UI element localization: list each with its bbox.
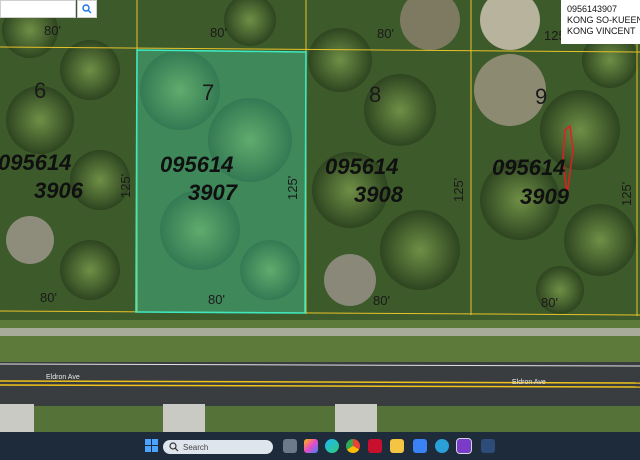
file-explorer-icon[interactable] — [390, 439, 404, 453]
frontage-7: 80' — [208, 292, 225, 307]
lot-number-7: 7 — [202, 80, 214, 105]
apn-line1-8: 095614 — [325, 154, 398, 179]
parcel-id: 0956143907 — [567, 4, 618, 14]
search-input[interactable] — [0, 0, 76, 18]
driveway-2 — [163, 404, 205, 432]
apn-line2-7: 3907 — [188, 180, 239, 205]
apn-line2-9: 3909 — [520, 184, 570, 209]
search-icon — [169, 442, 179, 452]
side-dim-6: 125' — [118, 174, 133, 198]
frontage-6: 80' — [40, 290, 57, 305]
search-icon — [82, 4, 92, 14]
taskbar-search-label: Search — [183, 442, 209, 452]
apn-line1-6: 095614 — [0, 150, 71, 175]
sidewalk — [0, 328, 640, 336]
apn-line2-8: 3908 — [354, 182, 404, 207]
app-icon[interactable] — [481, 439, 495, 453]
windows-start-icon[interactable] — [145, 439, 159, 453]
driveway-3 — [335, 404, 377, 432]
lower-grass — [0, 406, 640, 432]
top-frontage-right: 80' — [377, 26, 394, 41]
driveway-1 — [0, 404, 34, 432]
apn-line2-6: 3906 — [34, 178, 84, 203]
top-frontage-mid: 80' — [210, 25, 227, 40]
apn-line1-7: 095614 — [160, 152, 233, 177]
task-view-icon[interactable] — [283, 439, 297, 453]
frontage-8: 80' — [373, 293, 390, 308]
grass-strip — [0, 320, 640, 362]
lot-number-8: 8 — [369, 82, 381, 107]
owner-line-1: KONG SO-KUEEN — [567, 15, 640, 25]
lot-number-9: 9 — [535, 84, 547, 109]
top-frontage-left: 80' — [44, 23, 61, 38]
street-label-right: Eldron Ave — [512, 379, 546, 386]
owner-info-panel: 0956143907 KONG SO-KUEEN KONG VINCENT — [561, 0, 640, 44]
street-label-left: Eldron Ave — [46, 374, 80, 381]
search-button[interactable] — [77, 0, 97, 18]
side-dim-9: 125' — [619, 182, 634, 206]
mcafee-icon[interactable] — [368, 439, 382, 453]
chrome-icon[interactable] — [346, 439, 360, 453]
owner-line-2: KONG VINCENT — [567, 26, 636, 36]
edge-icon[interactable] — [325, 439, 339, 453]
taskbar: Search — [0, 432, 640, 460]
copilot-icon[interactable] — [304, 439, 318, 453]
photos-icon[interactable] — [435, 439, 449, 453]
side-dim-8: 125' — [451, 178, 466, 202]
frontage-9: 80' — [541, 295, 558, 310]
apn-line1-9: 095614 — [492, 155, 565, 180]
snipping-tool-icon[interactable] — [456, 438, 472, 454]
lot-number-6: 6 — [34, 78, 46, 103]
store-icon[interactable] — [413, 439, 427, 453]
aerial-map[interactable]: Eldron Ave Eldron Ave 80' 80' 80' 125' 6… — [0, 0, 640, 432]
side-dim-7: 125' — [285, 176, 300, 200]
taskbar-search[interactable]: Search — [163, 440, 273, 454]
